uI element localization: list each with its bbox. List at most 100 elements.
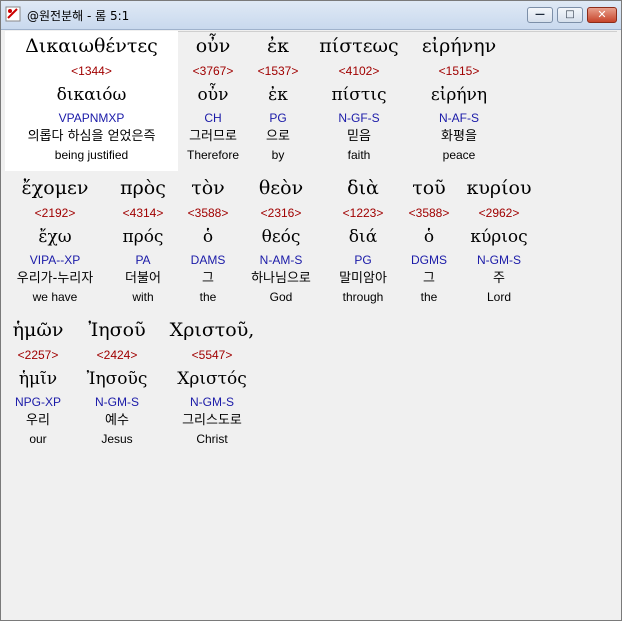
morphology-code[interactable]: N-AM-S [239, 251, 323, 269]
morphology-code[interactable]: N-GM-S [163, 393, 261, 411]
word-cell[interactable]: Χριστοῦ, <5547> Χριστός N-GM-S 그리스도로 Chr… [163, 315, 261, 447]
english-gloss: Therefore [186, 148, 240, 162]
korean-gloss: 우리 [26, 413, 50, 428]
lemma: ὁ [423, 227, 435, 247]
greek-word: οὖν [195, 35, 231, 57]
word-cell[interactable]: Ἰησοῦ <2424> Ἰησοῦς N-GM-S 예수 Jesus [75, 315, 159, 447]
strongs-number[interactable]: <1515> [411, 61, 507, 81]
greek-word: ἐκ [266, 35, 290, 57]
strongs-number[interactable]: <4102> [311, 61, 407, 81]
word-cell[interactable]: ἔχομεν <2192> ἔχω VIPA--XP 우리가-누리자 we ha… [5, 173, 105, 305]
morphology-code[interactable]: N-GF-S [311, 109, 407, 127]
english-gloss: God [269, 290, 293, 304]
strongs-number[interactable]: <1537> [249, 61, 307, 81]
greek-word: θεὸν [258, 177, 304, 199]
korean-gloss: 그리스도로 [182, 413, 242, 428]
greek-word: κυρίου [466, 177, 532, 199]
strongs-number[interactable]: <2192> [5, 203, 105, 223]
strongs-number[interactable]: <5547> [163, 345, 261, 365]
morphology-code[interactable]: PG [249, 109, 307, 127]
strongs-number[interactable]: <2316> [239, 203, 323, 223]
lemma: ὁ [202, 227, 214, 247]
korean-gloss: 주 [493, 271, 505, 286]
morphology-code[interactable]: N-GM-S [459, 251, 539, 269]
word-cell[interactable]: ἐκ <1537> ἐκ PG 으로 by [249, 31, 307, 163]
word-cell[interactable]: ἡμῶν <2257> ἡμῖν NPG-XP 우리 our [5, 315, 71, 447]
morphology-code[interactable]: N-GM-S [75, 393, 159, 411]
english-gloss: Lord [486, 290, 512, 304]
greek-word: τὸν [191, 177, 225, 199]
maximize-icon: □ [565, 9, 575, 20]
greek-word: πίστεως [319, 35, 399, 57]
english-gloss: faith [347, 148, 371, 162]
korean-gloss: 화평을 [441, 129, 477, 144]
korean-gloss: 의롭다 하심을 얻었은즉 [27, 129, 156, 144]
morphology-code[interactable]: DGMS [403, 251, 455, 269]
window-title: @원전분해 - 롬 5:1 [27, 9, 130, 23]
korean-gloss: 그러므로 [189, 129, 237, 144]
morphology-code[interactable]: PG [327, 251, 399, 269]
strongs-number[interactable]: <3588> [181, 203, 235, 223]
english-gloss: Jesus [101, 432, 133, 446]
korean-gloss: 믿음 [347, 129, 371, 144]
english-gloss: through [342, 290, 384, 304]
word-cell[interactable]: Δικαιωθέντες <1344> δικαιόω VPAPNMXP 의롭다… [5, 31, 178, 163]
lemma: θεός [261, 227, 301, 247]
lemma: οὖν [197, 85, 229, 105]
lemma: ἐκ [268, 85, 288, 105]
strongs-number[interactable]: <2424> [75, 345, 159, 365]
strongs-number[interactable]: <2962> [459, 203, 539, 223]
word-cell[interactable]: θεὸν <2316> θεός N-AM-S 하나님으로 God [239, 173, 323, 305]
english-gloss: the [199, 290, 217, 304]
word-cell[interactable]: διὰ <1223> διά PG 말미암아 through [327, 173, 399, 305]
strongs-number[interactable]: <3588> [403, 203, 455, 223]
strongs-number[interactable]: <3767> [181, 61, 245, 81]
morphology-code[interactable]: NPG-XP [5, 393, 71, 411]
morphology-code[interactable]: DAMS [181, 251, 235, 269]
greek-word: ἔχομεν [21, 177, 89, 199]
english-gloss: with [132, 290, 154, 304]
korean-gloss: 하나님으로 [251, 271, 311, 286]
english-gloss: Christ [196, 432, 228, 446]
app-logo-icon [5, 6, 21, 22]
lemma: διά [348, 227, 378, 247]
greek-word: Χριστοῦ, [169, 319, 255, 341]
english-gloss: by [271, 148, 285, 162]
word-cell[interactable]: οὖν <3767> οὖν CH 그러므로 Therefore [181, 31, 245, 163]
greek-word: τοῦ [412, 177, 446, 199]
korean-gloss: 예수 [105, 413, 129, 428]
lemma: πρός [122, 227, 164, 247]
maximize-button[interactable]: □ [557, 7, 583, 23]
word-cell[interactable]: κυρίου <2962> κύριος N-GM-S 주 Lord [459, 173, 539, 305]
morphology-code[interactable]: N-AF-S [411, 109, 507, 127]
title-bar[interactable]: @원전분해 - 롬 5:1 — □ ✕ [1, 1, 621, 30]
word-cell[interactable]: τὸν <3588> ὁ DAMS 그 the [181, 173, 235, 305]
korean-gloss: 우리가-누리자 [16, 271, 94, 286]
lemma: ἔχω [38, 227, 72, 247]
close-button[interactable]: ✕ [587, 7, 617, 23]
greek-word: Δικαιωθέντες [25, 35, 158, 57]
strongs-number[interactable]: <1344> [5, 61, 178, 81]
word-cell[interactable]: τοῦ <3588> ὁ DGMS 그 the [403, 173, 455, 305]
english-gloss: we have [32, 290, 78, 304]
minimize-button[interactable]: — [527, 7, 553, 23]
word-cell[interactable]: εἰρήνην <1515> εἰρήνη N-AF-S 화평을 peace [411, 31, 507, 163]
english-gloss: our [29, 432, 47, 446]
korean-gloss: 더불어 [125, 271, 161, 286]
strongs-number[interactable]: <1223> [327, 203, 399, 223]
greek-word: διὰ [347, 177, 379, 199]
english-gloss: peace [442, 148, 476, 162]
minimize-icon: — [535, 9, 545, 20]
morphology-code[interactable]: CH [181, 109, 245, 127]
morphology-code[interactable]: VPAPNMXP [5, 109, 178, 127]
english-gloss: being justified [54, 148, 129, 162]
strongs-number[interactable]: <4314> [111, 203, 175, 223]
strongs-number[interactable]: <2257> [5, 345, 71, 365]
word-cell[interactable]: πίστεως <4102> πίστις N-GF-S 믿음 faith [311, 31, 407, 163]
morphology-code[interactable]: PA [111, 251, 175, 269]
korean-gloss: 으로 [266, 129, 290, 144]
word-cell[interactable]: πρὸς <4314> πρός PA 더불어 with [111, 173, 175, 305]
korean-gloss: 그 [423, 271, 435, 286]
lemma: Ἰησοῦς [86, 369, 148, 389]
morphology-code[interactable]: VIPA--XP [5, 251, 105, 269]
